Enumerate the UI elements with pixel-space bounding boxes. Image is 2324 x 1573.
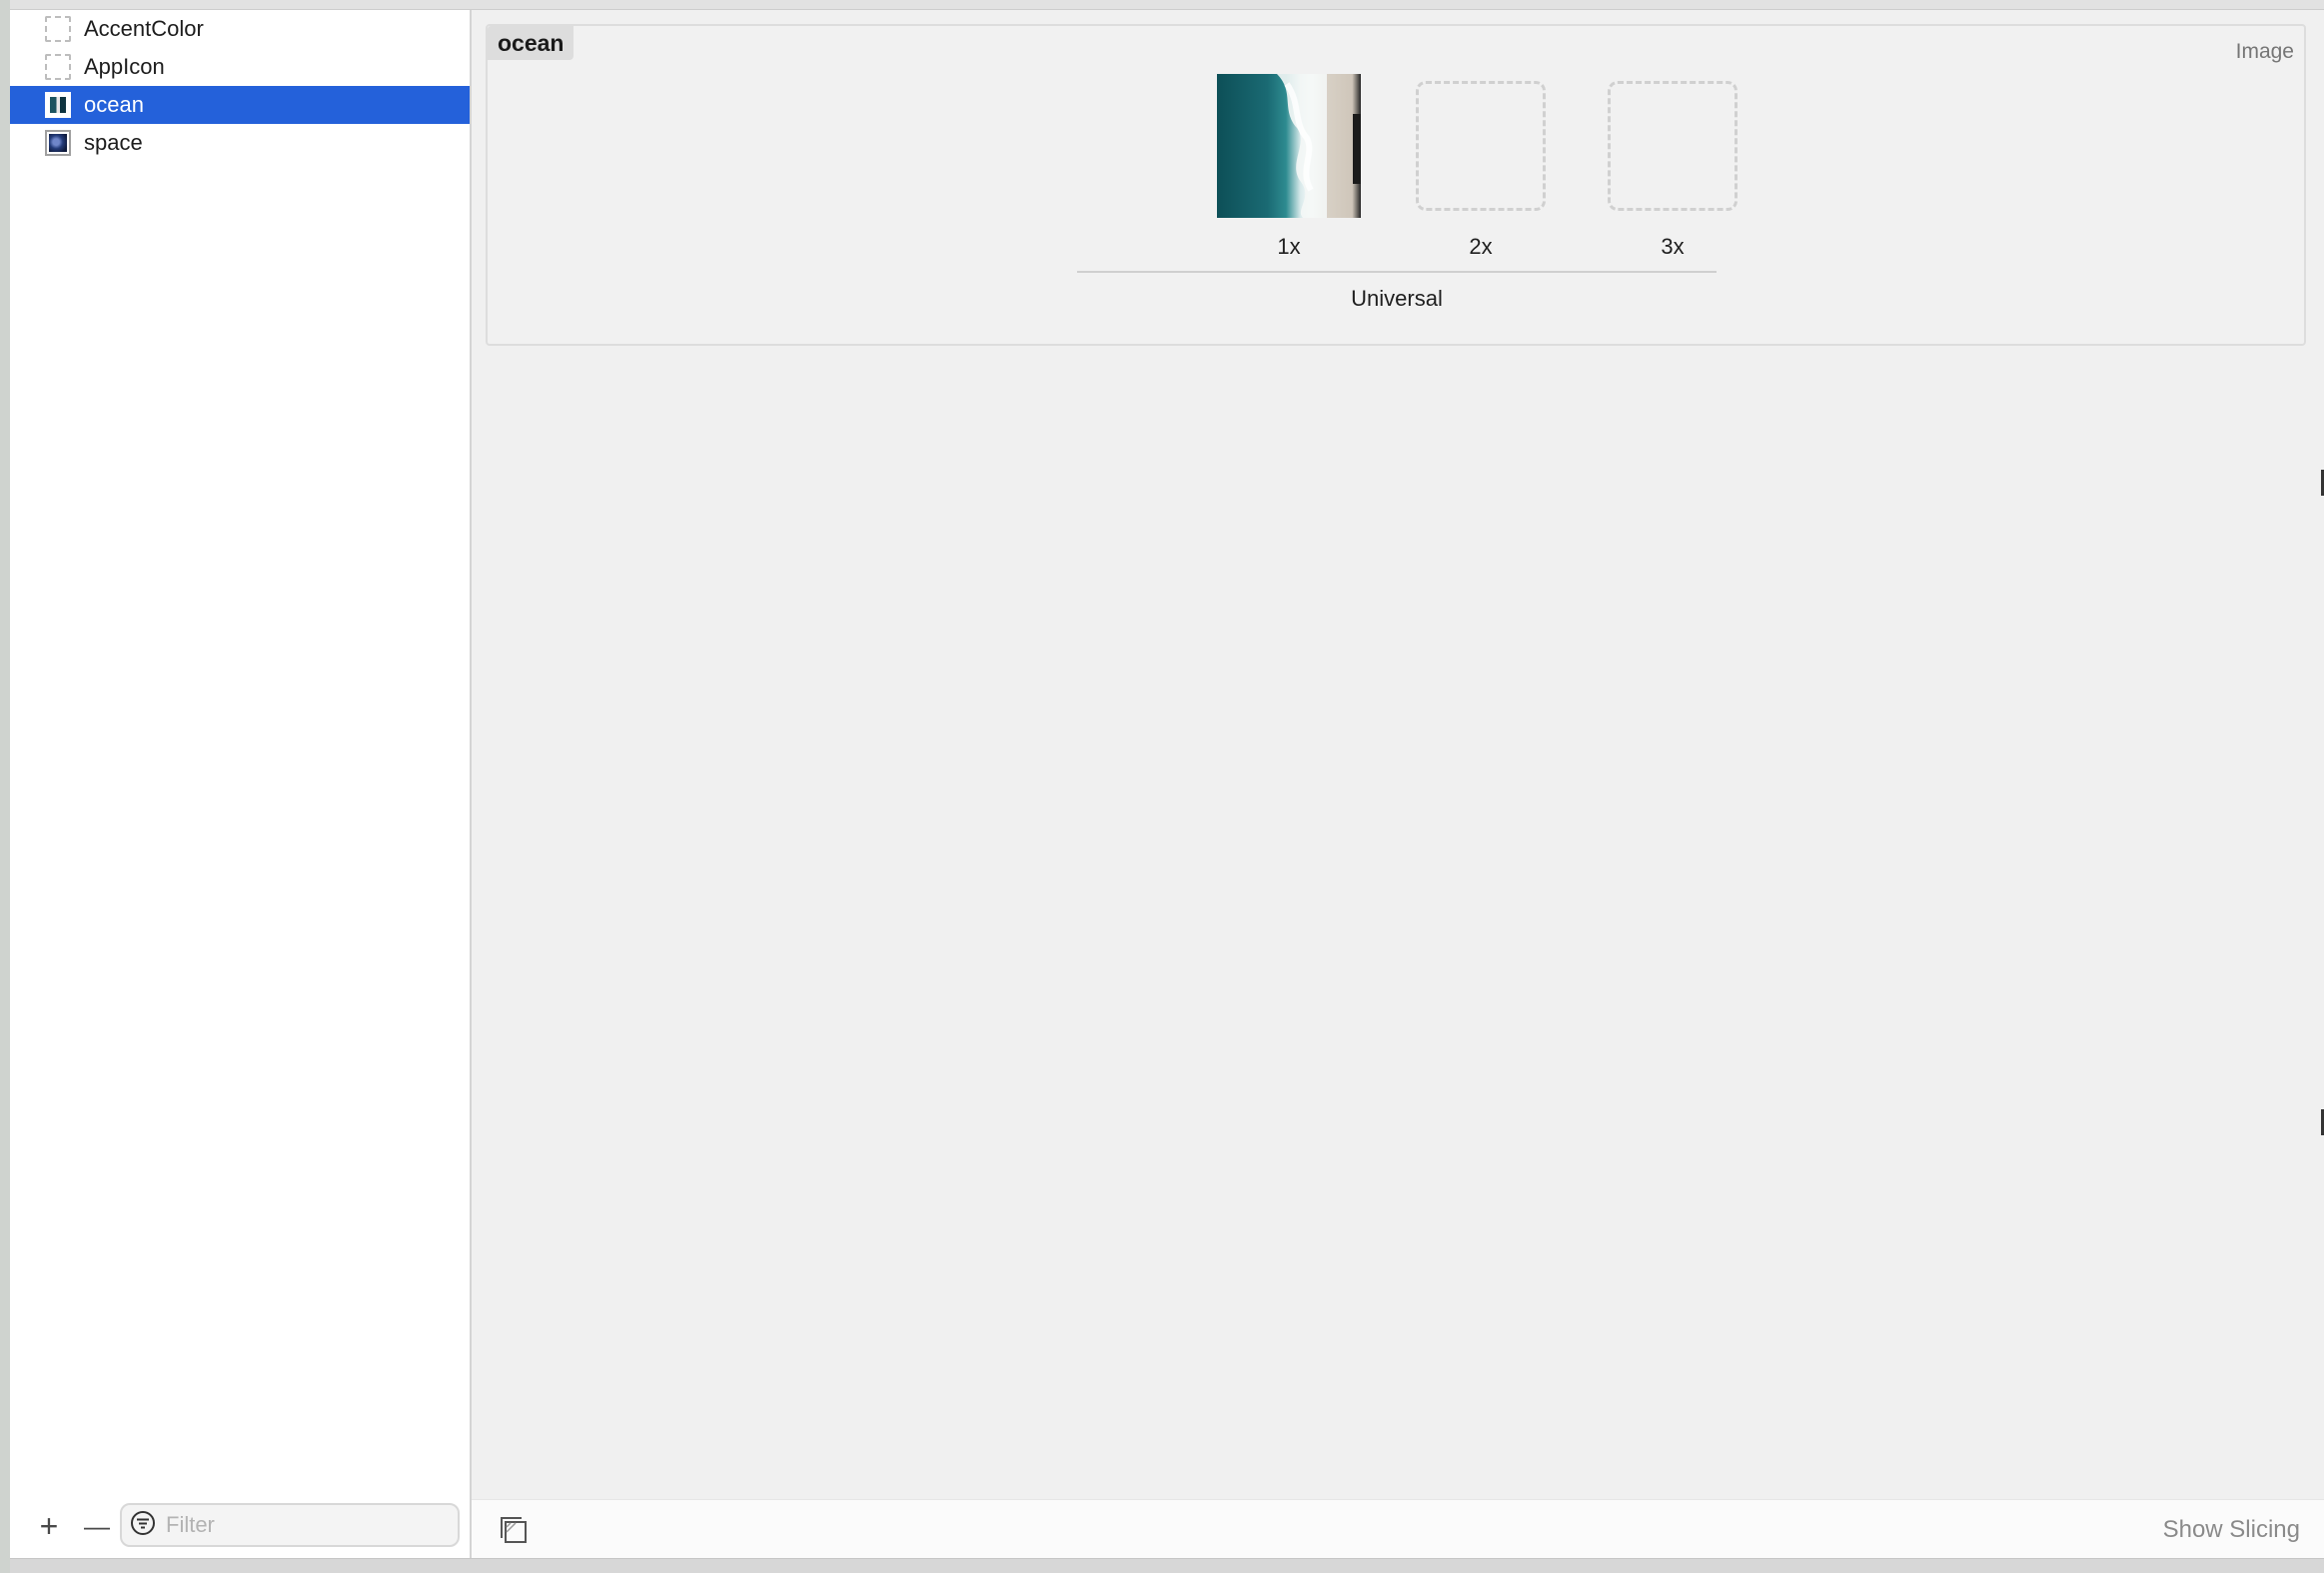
minus-icon: — — [84, 1511, 110, 1541]
editor-bottom-bar: Show Slicing — [472, 1499, 2324, 1560]
ocean-image-art — [1277, 74, 1361, 218]
stacked-pages-icon — [501, 1517, 527, 1543]
asset-item-ocean[interactable]: ocean — [10, 86, 470, 124]
image-slot-1x[interactable]: 1x — [1214, 74, 1364, 260]
asset-type-label: Image — [2235, 40, 2294, 63]
empty-image-well[interactable] — [1416, 81, 1546, 211]
asset-name-label[interactable]: ocean — [488, 26, 575, 60]
asset-editor: ocean Image 1x 2x 3x Universal — [472, 10, 2324, 1499]
asset-item-label: AccentColor — [84, 16, 204, 41]
image-thumbnail-icon — [45, 130, 71, 156]
slot-scale-label: 3x — [1661, 234, 1685, 259]
image-slot-2x[interactable]: 2x — [1406, 74, 1556, 260]
device-group-label: Universal — [1351, 286, 1443, 311]
filter-icon — [130, 1510, 156, 1541]
sidebar-footer: + — — [10, 1493, 470, 1559]
slot-scale-label: 2x — [1469, 234, 1493, 259]
filter-field[interactable] — [120, 1503, 460, 1547]
asset-item-label: ocean — [84, 92, 144, 117]
slot-group-divider — [1077, 271, 1717, 273]
asset-item-accentcolor[interactable]: AccentColor — [10, 10, 470, 48]
asset-item-appicon[interactable]: AppIcon — [10, 48, 470, 86]
window-left-edge — [0, 0, 10, 1573]
empty-image-well[interactable] — [1608, 81, 1738, 211]
asset-item-label: space — [84, 130, 143, 155]
ocean-image-thumbnail[interactable] — [1217, 74, 1361, 218]
remove-asset-button[interactable]: — — [80, 1509, 114, 1543]
app-icon-set-icon — [45, 54, 71, 80]
image-slot-3x[interactable]: 3x — [1598, 74, 1747, 260]
image-set-panel[interactable]: ocean Image 1x 2x 3x Universal — [486, 24, 2306, 346]
filter-input[interactable] — [164, 1511, 448, 1539]
image-thumbnail-icon — [45, 92, 71, 118]
add-asset-button[interactable]: + — [32, 1509, 66, 1543]
window-bottom-edge — [10, 1558, 2324, 1573]
asset-sidebar: AccentColor AppIcon ocean space + — — [10, 10, 472, 1559]
slot-scale-label: 1x — [1277, 234, 1301, 259]
asset-list: AccentColor AppIcon ocean space — [10, 10, 470, 162]
color-set-icon — [45, 16, 71, 42]
show-all-pages-button[interactable] — [498, 1514, 530, 1546]
show-slicing-button[interactable]: Show Slicing — [2163, 1516, 2300, 1544]
asset-item-label: AppIcon — [84, 54, 165, 79]
plus-icon: + — [39, 1508, 59, 1544]
window-top-edge — [10, 0, 2324, 10]
asset-item-space[interactable]: space — [10, 124, 470, 162]
